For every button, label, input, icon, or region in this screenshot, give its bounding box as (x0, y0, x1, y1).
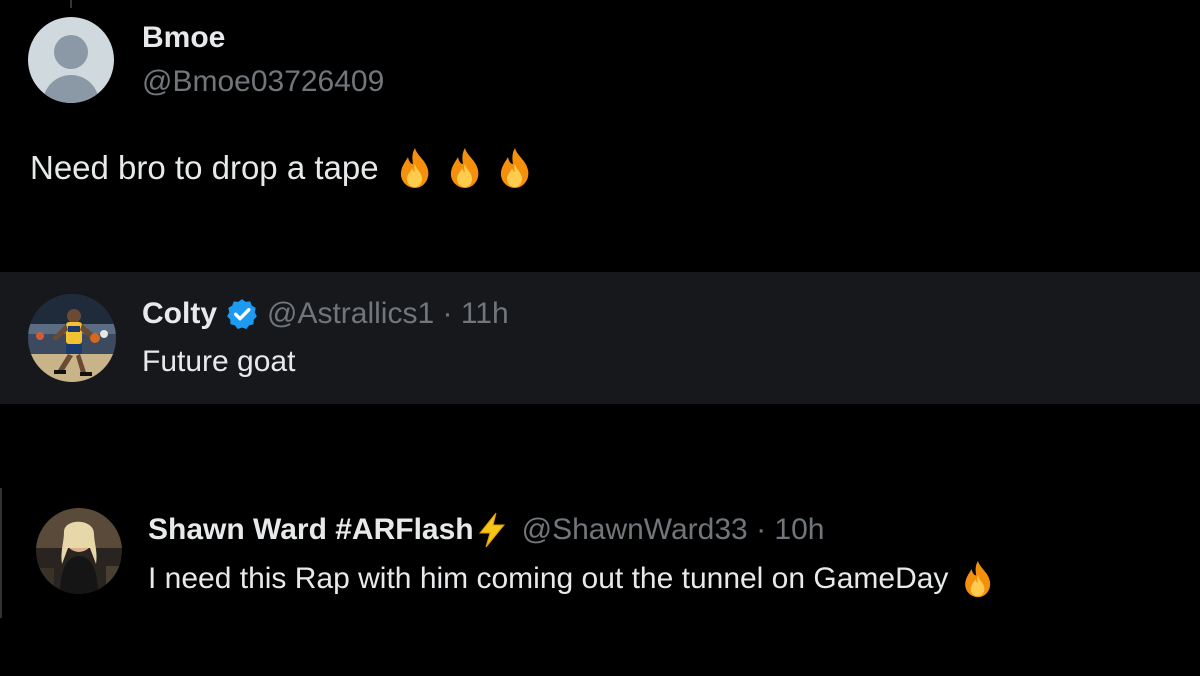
meta-separator: · (434, 297, 461, 330)
reply-author-handle[interactable]: @ShawnWard33 (522, 512, 748, 548)
reply-timestamp[interactable]: 11h (461, 296, 509, 332)
avatar-shoulders-shape (43, 75, 99, 103)
reply-author-name[interactable]: Shawn Ward #ARFlash (148, 512, 474, 548)
reply-left-border (0, 488, 2, 618)
author-handle[interactable]: @Bmoe03726409 (142, 64, 384, 100)
reply-timestamp[interactable]: 10h (774, 512, 824, 548)
fire-emoji-icon (400, 148, 428, 188)
default-avatar[interactable] (28, 17, 114, 103)
avatar-head-shape (54, 35, 88, 69)
reply-text-shawn: I need this Rap with him coming out the … (148, 558, 998, 600)
fire-emoji-icon (965, 560, 991, 598)
lightning-bolt-icon (478, 512, 505, 548)
profile-photo (36, 508, 122, 594)
basketball-player-photo (28, 294, 116, 382)
tweet-text: Need bro to drop a tape (30, 146, 537, 190)
reply-author-handle[interactable]: @Astrallics1 (267, 296, 434, 332)
author-name[interactable]: Bmoe (142, 20, 225, 56)
shawn-avatar[interactable] (36, 508, 122, 594)
reply-text-colty: Future goat (142, 345, 296, 378)
fire-emoji-icon (500, 148, 528, 188)
twitter-thread-screenshot: Bmoe @Bmoe03726409 Need bro to drop a ta… (0, 0, 1200, 676)
verified-badge-icon (227, 299, 257, 330)
reply-card-colty[interactable]: Colty @Astrallics1 · 11h Future goat (0, 272, 1200, 404)
tweet-text-body: Need bro to drop a tape (30, 149, 379, 186)
colty-avatar[interactable] (28, 294, 116, 382)
reply-author-name[interactable]: Colty (142, 296, 217, 332)
meta-separator: · (747, 513, 775, 546)
fire-emoji-icon (450, 148, 478, 188)
reply-text-body: I need this Rap with him coming out the … (148, 562, 949, 595)
main-tweet[interactable]: Bmoe @Bmoe03726409 Need bro to drop a ta… (0, 0, 1200, 270)
reply-meta-shawn: Shawn Ward #ARFlash @ShawnWard33 · 10h (148, 512, 824, 548)
reply-meta-colty: Colty @Astrallics1 · 11h (142, 296, 509, 332)
